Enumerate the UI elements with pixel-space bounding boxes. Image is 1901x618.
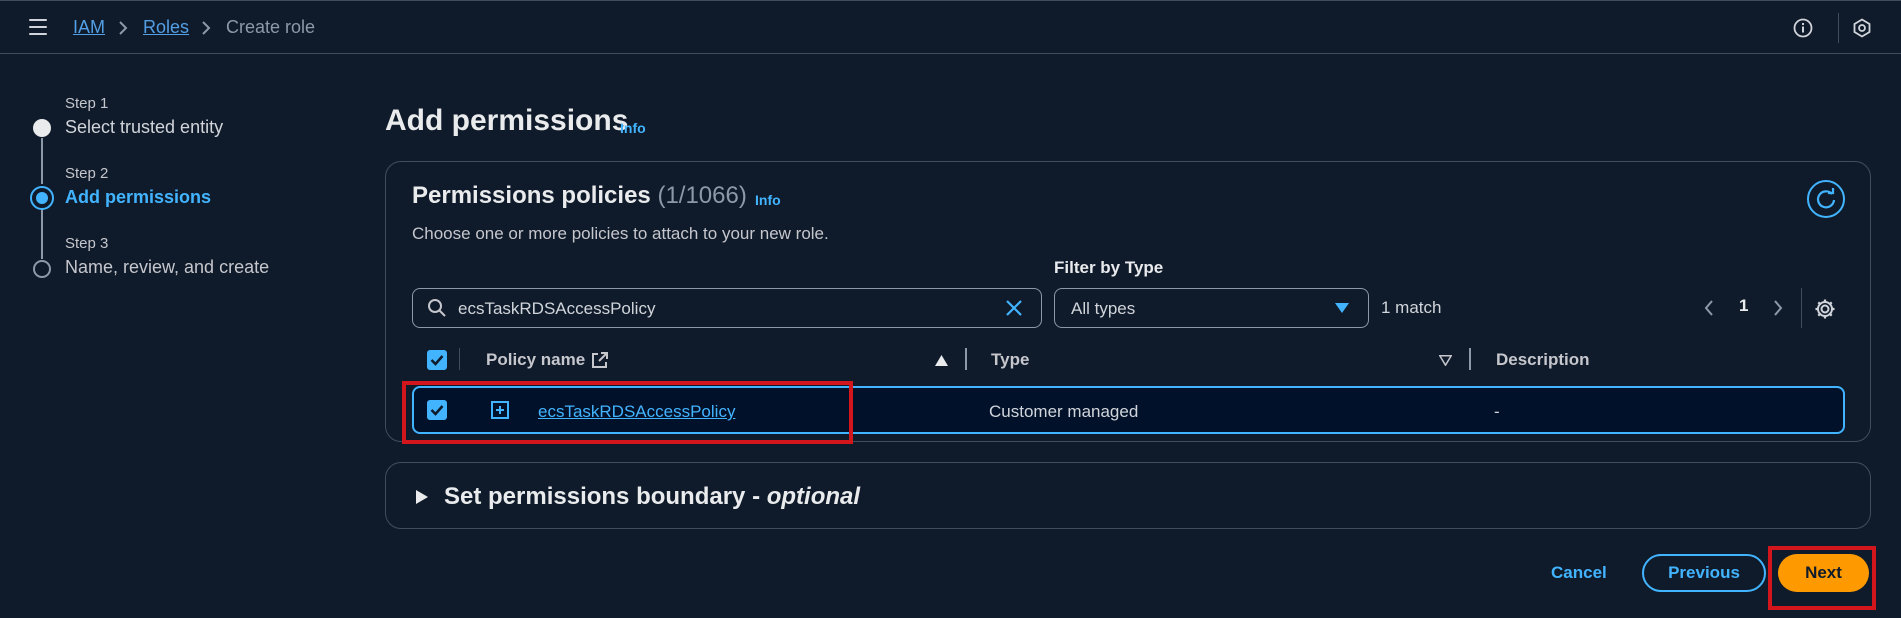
clear-icon[interactable]: [1005, 299, 1023, 317]
highlight-box: [402, 381, 853, 444]
breadcrumb-current: Create role: [226, 17, 316, 37]
step-connector: [41, 138, 43, 184]
chevron-right-icon: [119, 21, 128, 35]
panel-title-text: Permissions policies: [412, 182, 651, 209]
step-2-title: Add permissions: [65, 187, 212, 207]
policy-description: -: [1494, 402, 1500, 421]
cancel-button[interactable]: Cancel: [1551, 563, 1607, 583]
column-resizer[interactable]: [965, 348, 967, 370]
step-1-number: Step 1: [65, 95, 109, 112]
type-filter-value: All types: [1071, 299, 1136, 318]
chevron-right-icon: [202, 21, 211, 35]
external-link-icon[interactable]: [591, 351, 609, 369]
sort-asc-icon[interactable]: [935, 355, 948, 366]
column-header-description: Description: [1496, 350, 1590, 369]
policy-count: (1/1066): [657, 182, 747, 209]
column-header-policy-name[interactable]: Policy name: [486, 350, 585, 370]
permissions-boundary-panel[interactable]: Set permissions boundary - optional: [385, 462, 1871, 529]
filter-by-type-label: Filter by Type: [1054, 258, 1164, 277]
panel-title: Permissions policies (1/1066): [412, 182, 747, 210]
highlight-box: [1768, 546, 1876, 610]
chevron-left-icon[interactable]: [1704, 300, 1714, 316]
chevron-right-icon[interactable]: [1773, 300, 1783, 316]
page-title: Add permissions: [385, 104, 629, 137]
refresh-button[interactable]: [1807, 180, 1845, 218]
current-page-number[interactable]: 1: [1739, 296, 1748, 316]
breadcrumb-iam-link[interactable]: IAM: [73, 17, 105, 38]
menu-icon[interactable]: [29, 19, 47, 35]
type-filter-select[interactable]: All types: [1054, 288, 1369, 328]
breadcrumb-roles-link[interactable]: Roles: [143, 17, 189, 38]
column-header-type[interactable]: Type: [991, 350, 1029, 370]
settings-hexagon-icon[interactable]: [1852, 18, 1872, 38]
caret-right-icon[interactable]: [416, 490, 428, 504]
sort-desc-icon[interactable]: [1439, 355, 1452, 366]
match-count: 1 match: [1381, 298, 1442, 317]
panel-info-link[interactable]: Info: [755, 192, 781, 208]
step-2-indicator-inner: [36, 192, 48, 204]
panel-description: Choose one or more policies to attach to…: [412, 224, 829, 243]
step-3-indicator: [33, 260, 51, 278]
search-value: ecsTaskRDSAccessPolicy: [458, 299, 656, 318]
info-circle-icon[interactable]: [1793, 18, 1813, 38]
previous-button[interactable]: Previous: [1642, 554, 1766, 592]
column-resizer[interactable]: [1469, 348, 1471, 370]
step-1-link[interactable]: Select trusted entity: [65, 117, 223, 138]
toolbar-divider: [1838, 13, 1839, 43]
top-navigation-bar: IAM Roles Create role: [0, 0, 1901, 54]
policy-type: Customer managed: [989, 402, 1139, 421]
boundary-title-text: Set permissions boundary -: [444, 483, 767, 510]
boundary-title-optional: optional: [766, 483, 861, 510]
caret-down-icon: [1335, 303, 1349, 313]
page-info-link[interactable]: Info: [620, 120, 646, 136]
select-all-checkbox[interactable]: [427, 350, 447, 370]
column-divider: [459, 348, 460, 370]
gear-icon[interactable]: [1814, 298, 1836, 320]
step-2-number: Step 2: [65, 165, 109, 182]
step-3-number: Step 3: [65, 235, 109, 252]
policy-search-input[interactable]: ecsTaskRDSAccessPolicy: [412, 288, 1042, 328]
pager-divider: [1801, 288, 1802, 328]
boundary-title: Set permissions boundary - optional: [444, 483, 860, 511]
step-connector: [41, 209, 43, 259]
step-3-title: Name, review, and create: [65, 257, 270, 277]
step-1-indicator: [33, 119, 51, 137]
search-icon: [428, 299, 446, 317]
checkbox-checked-icon: [430, 355, 444, 366]
refresh-icon: [1816, 188, 1836, 209]
